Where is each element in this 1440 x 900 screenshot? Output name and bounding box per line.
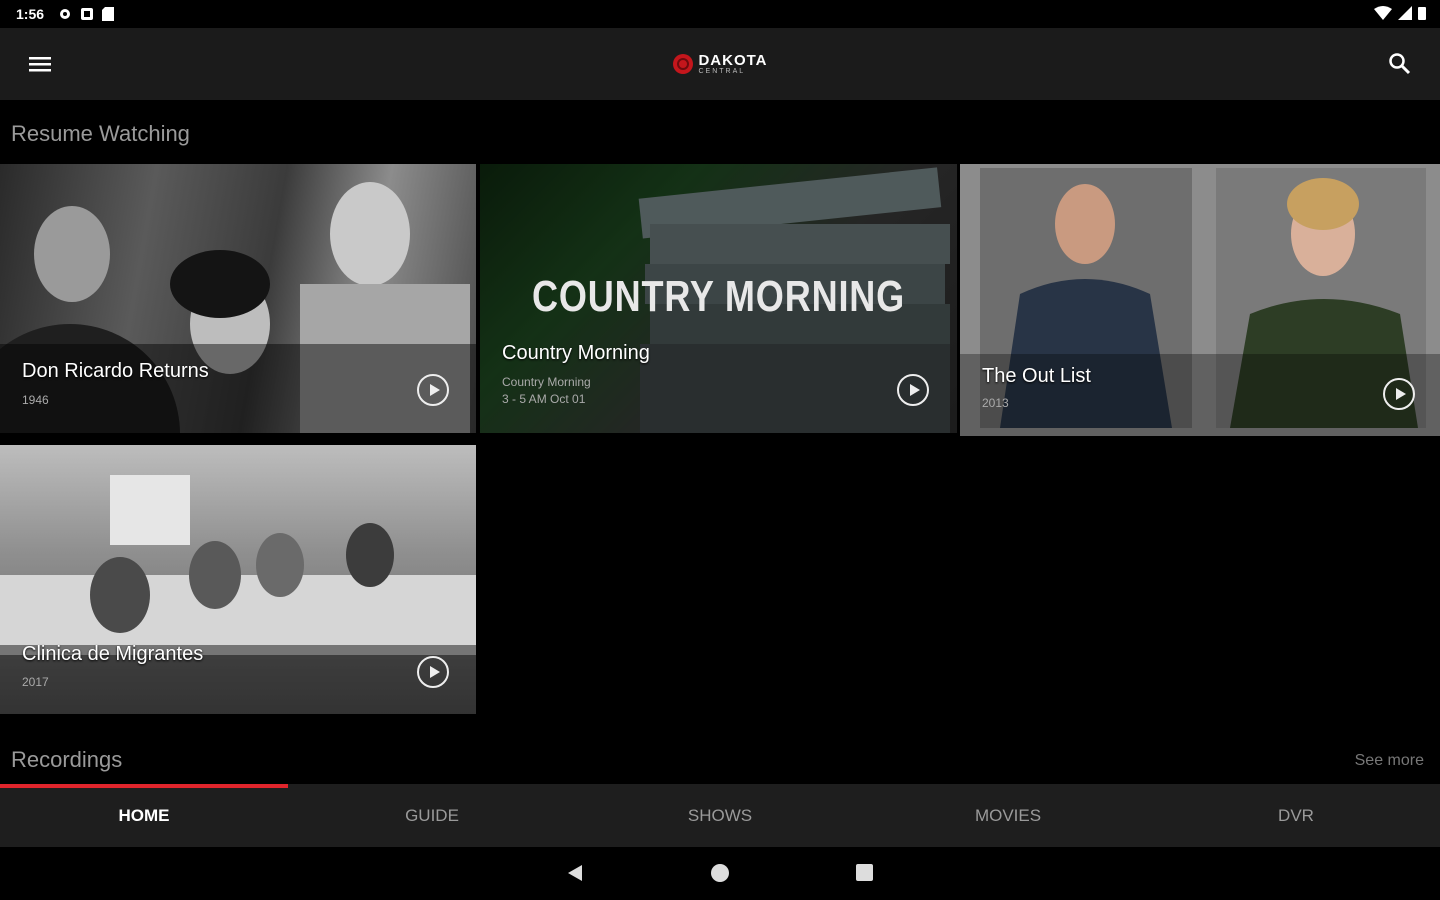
tab-guide[interactable]: GUIDE (288, 784, 576, 847)
tile-artwork (0, 475, 476, 714)
play-icon[interactable] (897, 374, 929, 406)
sd-card-icon (102, 7, 115, 21)
signal-icon (1398, 6, 1412, 20)
recents-icon[interactable] (856, 864, 873, 881)
bottom-tab-bar: HOME GUIDE SHOWS MOVIES DVR (0, 784, 1440, 847)
tile-year: 1946 (22, 393, 49, 407)
settings-icon (60, 9, 71, 19)
play-icon[interactable] (417, 374, 449, 406)
play-icon[interactable] (1383, 378, 1415, 410)
logo-sub-text: CENTRAL (698, 68, 746, 75)
app-bar: DAKOTA CENTRAL (0, 28, 1440, 100)
tab-dvr[interactable]: DVR (1152, 784, 1440, 847)
home-icon[interactable] (711, 864, 729, 882)
wifi-icon (1374, 6, 1392, 20)
tile-title: Don Ricardo Returns (22, 360, 209, 382)
tile-subtitle: Country Morning (502, 375, 591, 389)
tile-overlay-title: COUNTRY MORNING (531, 272, 906, 321)
resume-watching-title: Resume Watching (11, 121, 190, 146)
status-system-icons (1374, 6, 1426, 20)
logo-main-text: DAKOTA (698, 52, 768, 69)
tile-artwork (960, 168, 1440, 436)
tab-home[interactable]: HOME (0, 784, 288, 847)
status-notification-icons (58, 7, 115, 21)
status-bar: 1:56 (0, 0, 1440, 28)
recordings-title: Recordings (11, 747, 123, 772)
tile-year: 2017 (22, 675, 49, 689)
tab-movies[interactable]: MOVIES (864, 784, 1152, 847)
menu-button[interactable] (26, 52, 54, 76)
tab-shows[interactable]: SHOWS (576, 784, 864, 847)
tile-title: Clinica de Migrantes (22, 643, 204, 665)
search-icon (1389, 53, 1411, 75)
see-more-link[interactable]: See more (1355, 752, 1424, 770)
resume-tile-country-morning[interactable]: COUNTRY MORNING Country Morning Country … (480, 164, 957, 433)
back-icon[interactable] (566, 864, 584, 882)
tile-title: Country Morning (502, 342, 650, 364)
resume-tile-clinica-de-migrantes[interactable]: Clinica de Migrantes 2017 (0, 445, 476, 714)
play-icon[interactable] (417, 656, 449, 688)
tile-airtime: 3 - 5 AM Oct 01 (502, 392, 586, 406)
dakota-logo-icon (673, 54, 694, 74)
tile-artwork (0, 182, 476, 433)
status-time: 1:56 (16, 6, 45, 22)
tile-year: 2013 (982, 396, 1009, 410)
search-button[interactable] (1386, 50, 1414, 78)
battery-icon (1418, 7, 1426, 20)
tile-title: The Out List (982, 365, 1091, 387)
notification-icon (81, 8, 94, 20)
menu-icon (29, 57, 51, 72)
resume-tile-don-ricardo-returns[interactable]: Don Ricardo Returns 1946 (0, 164, 476, 433)
app-logo: DAKOTA CENTRAL (672, 53, 767, 75)
resume-tile-the-out-list[interactable]: The Out List 2013 (960, 164, 1440, 436)
